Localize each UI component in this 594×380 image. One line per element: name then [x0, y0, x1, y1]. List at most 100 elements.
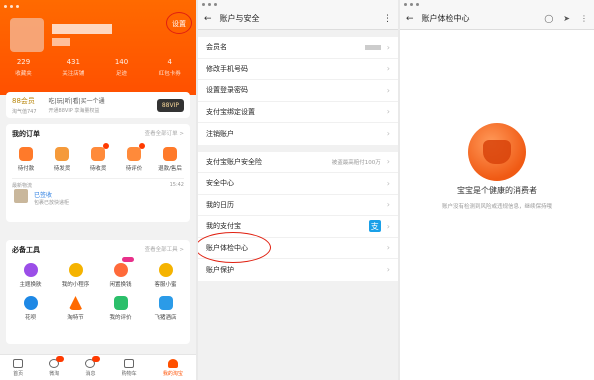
huabei-icon: [23, 296, 38, 310]
tab-cart[interactable]: 购物车: [122, 358, 137, 377]
chevron-right-icon: ›: [386, 265, 390, 275]
logistics-desc: 包裹已放快递柜: [34, 200, 70, 206]
security-services-group: 支付宝账户安全险 被盗最高赔付100万 › 安全中心 › 我的日历 › 我的支付宝支 › …: [198, 151, 398, 281]
wallet-icon: [19, 147, 33, 161]
cart-icon: [124, 358, 135, 368]
assistant-icon: [158, 263, 173, 277]
checkup-result: 宝宝是个健康的消费者 账户没有检测到风险或违规信息，继续保持哦: [400, 30, 594, 380]
vip-banner[interactable]: 88会员 淘气值747 吃|玩|听|看|买一个通 开通88VIP 享海量权益 8…: [6, 92, 190, 118]
package-thumbnail: [14, 189, 28, 203]
tab-messages[interactable]: 消息: [85, 355, 101, 377]
stat-footprint[interactable]: 140 足迹: [115, 58, 128, 77]
row-alipay-insurance[interactable]: 支付宝账户安全险 被盗最高赔付100万 ›: [198, 152, 398, 173]
account-checkup-navbar: ← 账户体检中心 ◯ ➤ ⋮: [400, 0, 594, 30]
tools-card: 必备工具 查看全部工具 > 主题换肤 我的小程序 闲置换钱 客服小蜜 花呗 淘特…: [6, 240, 190, 344]
order-pending-review[interactable]: 待评价: [117, 143, 151, 172]
account-checkup-panel: ← 账户体检中心 ◯ ➤ ⋮ 宝宝是个健康的消费者 账户没有检测到风险或违规信息…: [400, 0, 594, 380]
review-icon: [113, 296, 128, 310]
tab-my-taobao[interactable]: 我的淘宝: [163, 358, 183, 377]
comment-icon: [127, 143, 145, 161]
order-refund[interactable]: 退款/售后: [153, 147, 187, 172]
row-my-calendar[interactable]: 我的日历 ›: [198, 195, 398, 216]
profile-header: 设置 229 收藏夹 431 关注店铺 140 足迹 4 红包卡券: [0, 0, 196, 95]
arrow-left-icon[interactable]: ←: [204, 14, 212, 24]
user-level-blurred: [52, 38, 70, 46]
row-account-checkup[interactable]: 账户体检中心 ›: [198, 231, 398, 263]
stat-followed-shops[interactable]: 431 关注店铺: [62, 58, 84, 77]
tool-my-reviews[interactable]: 我的评价: [104, 296, 138, 321]
vip-slogan-sub: 开通88VIP 享海量权益: [48, 108, 100, 114]
refresh-icon[interactable]: ◯: [544, 14, 553, 23]
truck-icon: [91, 143, 109, 161]
chevron-right-icon: ›: [386, 64, 390, 74]
tools-title: 必备工具: [12, 246, 40, 254]
arrow-left-icon[interactable]: ←: [406, 14, 414, 24]
person-icon: [167, 358, 178, 368]
stat-favorites[interactable]: 229 收藏夹: [15, 58, 32, 77]
profile-stats: 229 收藏夹 431 关注店铺 140 足迹 4 红包卡券: [0, 58, 196, 77]
row-alipay-binding[interactable]: 支付宝绑定设置 ›: [198, 102, 398, 123]
box-icon: [55, 147, 69, 161]
vip-badge[interactable]: 88VIP: [156, 98, 184, 112]
latest-logistics[interactable]: 最新物流 15:42 已签收 包裹已放快递柜: [12, 178, 184, 206]
account-settings-group: 会员名 › 修改手机号码 › 设置登录密码 › 支付宝绑定设置 › 注销账户 ›: [198, 37, 398, 145]
broadcast-icon: [49, 355, 65, 368]
page-title: 账户与安全: [219, 14, 260, 23]
bottom-tab-bar: 首页 微淘 消息 购物车 我的淘宝: [0, 354, 196, 380]
page-title: 账户体检中心: [421, 14, 470, 23]
row-my-alipay[interactable]: 我的支付宝支 ›: [198, 216, 398, 238]
tool-fliggy-hotel[interactable]: 飞猪酒店: [149, 296, 183, 321]
orders-view-all-link[interactable]: 查看全部订单 >: [145, 129, 184, 139]
hotel-icon: [158, 296, 173, 310]
order-pending-receipt[interactable]: 待收货: [81, 143, 115, 172]
health-shield-icon: [468, 123, 526, 181]
row-change-phone[interactable]: 修改手机号码 ›: [198, 59, 398, 80]
kebab-menu-icon[interactable]: ⋮: [383, 14, 392, 24]
checkup-headline: 宝宝是个健康的消费者: [457, 186, 537, 195]
vip-score: 88会员: [12, 96, 35, 105]
chevron-right-icon: ›: [386, 85, 390, 95]
tool-idle-cash[interactable]: 闲置换钱: [104, 257, 138, 288]
row-account-protection[interactable]: 账户保护 ›: [198, 259, 398, 281]
tab-home[interactable]: 首页: [13, 358, 24, 377]
tools-row-1: 主题换肤 我的小程序 闲置换钱 客服小蜜: [6, 255, 190, 288]
tool-festival[interactable]: 淘特节: [59, 296, 93, 321]
stat-coupons[interactable]: 4 红包卡券: [159, 58, 181, 77]
my-taobao-panel: 设置 229 收藏夹 431 关注店铺 140 足迹 4 红包卡券 88会员 淘气值74…: [0, 0, 196, 380]
tools-view-all-link[interactable]: 查看全部工具 >: [145, 245, 184, 255]
row-login-password[interactable]: 设置登录密码 ›: [198, 80, 398, 102]
order-pending-shipment[interactable]: 待发货: [45, 147, 79, 172]
username-blurred: [52, 24, 112, 34]
palette-icon: [23, 263, 38, 277]
tab-weitao[interactable]: 微淘: [49, 355, 65, 377]
chevron-right-icon: ›: [386, 200, 390, 210]
account-security-navbar: ← 账户与安全 ⋮: [198, 0, 398, 30]
orders-card: 我的订单 查看全部订单 > 待付款 待发货 待收货 待评价 退款/售后 最新物流…: [6, 124, 190, 222]
orders-title: 我的订单: [12, 130, 40, 138]
vip-slogan: 吃|玩|听|看|买一个通: [48, 98, 105, 105]
tool-mini-program[interactable]: 我的小程序: [59, 263, 93, 288]
home-icon: [13, 358, 24, 368]
exchange-icon: [113, 257, 134, 277]
insurance-note: 被盗最高赔付100万: [331, 159, 381, 166]
order-pending-payment[interactable]: 待付款: [9, 147, 43, 172]
checkup-subtext: 账户没有检测到风险或违规信息，继续保持哦: [441, 204, 552, 210]
kebab-menu-icon[interactable]: ⋮: [580, 14, 588, 23]
row-cancel-account[interactable]: 注销账户 ›: [198, 123, 398, 145]
tool-huabei[interactable]: 花呗: [14, 296, 48, 321]
settings-highlight-circle: [166, 12, 192, 34]
chevron-right-icon: ›: [386, 178, 390, 188]
vip-score-sub: 淘气值747: [12, 108, 37, 115]
row-security-center[interactable]: 安全中心 ›: [198, 173, 398, 195]
row-member-name[interactable]: 会员名 ›: [198, 37, 398, 59]
chevron-right-icon: ›: [386, 221, 390, 231]
chat-icon: [85, 355, 101, 368]
chevron-right-icon: ›: [386, 243, 390, 253]
tool-theme[interactable]: 主题换肤: [14, 263, 48, 288]
avatar[interactable]: [10, 18, 44, 52]
alipay-icon: 支: [368, 220, 381, 233]
tool-customer-service[interactable]: 客服小蜜: [149, 263, 183, 288]
share-icon[interactable]: ➤: [563, 14, 570, 23]
chevron-right-icon: ›: [386, 42, 390, 52]
chevron-right-icon: ›: [386, 107, 390, 117]
